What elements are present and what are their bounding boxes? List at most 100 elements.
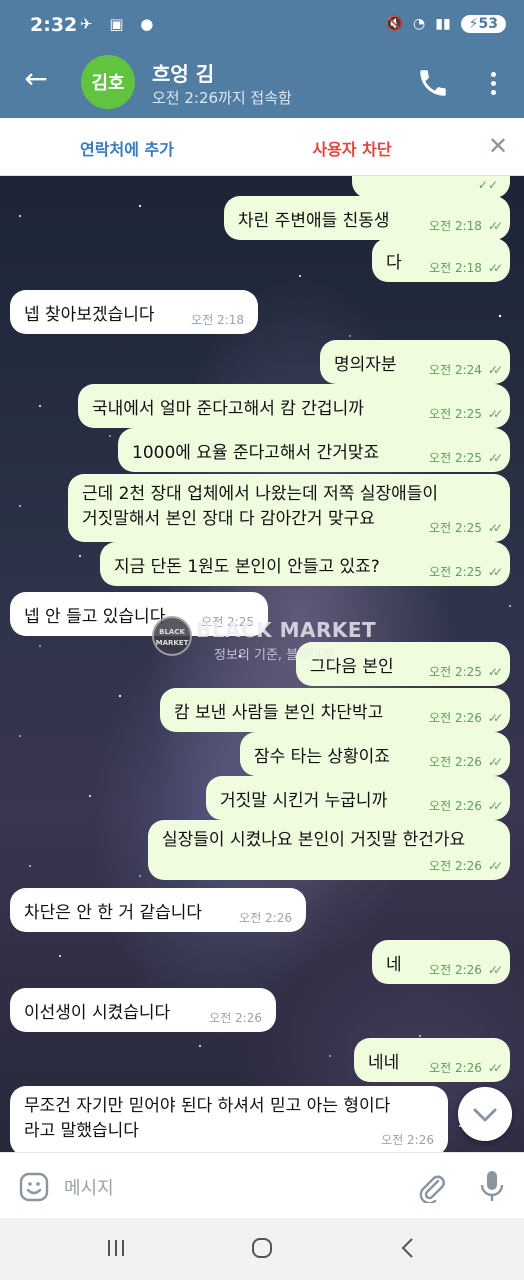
notification-icons: ✈ ▣ ●	[80, 15, 160, 33]
status-time: 2:32	[30, 14, 78, 36]
message-text: 국내에서 얼마 준다고해서 캄 간겁니까	[92, 399, 364, 419]
message-bubble[interactable]: 네네 오전 2:26 ✓✓	[354, 1038, 510, 1082]
message-text: 넵 안 들고 있습니다	[24, 607, 166, 627]
message-time: 오전 2:26 ✓✓	[429, 755, 503, 769]
battery-level: 53	[478, 16, 498, 32]
read-receipt-icon: ✓✓	[487, 219, 503, 233]
message-text: 명의자분	[334, 355, 397, 375]
back-icon[interactable]	[396, 1236, 420, 1260]
read-receipt-icon: ✓✓	[487, 261, 503, 275]
message-time: 오전 2:25 ✓✓	[429, 407, 503, 421]
microphone-icon[interactable]	[478, 1169, 506, 1203]
read-receipt-icon: ✓✓	[487, 407, 503, 421]
message-bubble[interactable]: 이선생이 시켰습니다 오전 2:26	[10, 988, 276, 1032]
message-text: 차단은 안 한 거 같습니다	[24, 903, 203, 923]
message-time: 오전 2:26	[239, 911, 292, 925]
read-receipt-icon: ✓✓	[487, 755, 503, 769]
message-time: 오전 2:26	[209, 1011, 262, 1025]
avatar[interactable]: 김호	[81, 55, 135, 109]
wifi-icon: ◔	[413, 16, 426, 32]
message-bubble[interactable]: 지금 단돈 1원도 본인이 안들고 있죠? 오전 2:25 ✓✓	[100, 542, 510, 586]
chat-history[interactable]: ✓✓ 차린 주변애들 친동생 오전 2:18 ✓✓ 다 오전 2:18 ✓✓ 넵 찾…	[0, 176, 524, 1152]
last-seen-status: 오전 2:26까지 접속함	[152, 89, 292, 107]
message-bubble[interactable]: 넵 찾아보겠습니다 오전 2:18	[10, 290, 258, 334]
message-text: 1000에 요율 준다고해서 간거맞죠	[132, 443, 380, 463]
watermark-title: BLACK MARKET	[196, 618, 377, 642]
status-bar: 2:32 ✈ ▣ ● 🔇 ◔ ▮▮ ⚡53	[0, 0, 524, 52]
mute-icon: 🔇	[385, 16, 404, 32]
watermark-subtitle: 정보의 기준, 블랙마켓	[214, 648, 335, 663]
message-time: 오전 2:25 ✓✓	[429, 451, 503, 465]
message-time: 오전 2:26 ✓✓	[429, 859, 503, 873]
message-text: 넵 찾아보겠습니다	[24, 305, 155, 325]
message-time: 오전 2:25 ✓✓	[429, 565, 503, 579]
message-text: 지금 단돈 1원도 본인이 안들고 있죠?	[114, 557, 380, 577]
scroll-down-chevron-icon[interactable]	[458, 1087, 512, 1141]
unknown-contact-bar: 연락처에 추가 사용자 차단 ✕	[0, 118, 524, 176]
read-receipt-icon: ✓✓	[487, 521, 503, 535]
message-text: 이선생이 시켰습니다	[24, 1003, 171, 1023]
watermark-logo-icon: BLACK MARKET	[152, 616, 192, 656]
read-receipt-icon: ✓✓	[487, 859, 503, 873]
message-time: 오전 2:26 ✓✓	[429, 963, 503, 977]
message-bubble[interactable]: 차린 주변애들 친동생 오전 2:18 ✓✓	[224, 196, 510, 240]
battery-icon: ⚡53	[460, 15, 506, 33]
message-bubble[interactable]: 실장들이 시켰나요 본인이 거짓말 한건가요 오전 2:26 ✓✓	[148, 820, 510, 880]
status-right: 🔇 ◔ ▮▮ ⚡53	[386, 15, 506, 33]
message-bubble[interactable]: 다 오전 2:18 ✓✓	[372, 238, 510, 282]
system-nav-bar	[0, 1218, 524, 1280]
message-bubble[interactable]: 무조건 자기만 믿어야 된다 하셔서 믿고 아는 형이다 라고 말했습니다 오전 …	[10, 1086, 448, 1152]
message-time: 오전 2:24 ✓✓	[429, 363, 503, 377]
read-receipt-icon: ✓✓	[487, 963, 503, 977]
message-time: 오전 2:25 ✓✓	[429, 521, 503, 535]
message-bubble-partial[interactable]: ✓✓	[352, 176, 510, 198]
message-text: 근데 2천 장대 업체에서 나왔는데 저쪽 실장애들이 거짓말해서 본인 장대 다…	[82, 484, 439, 529]
phone-icon[interactable]	[416, 66, 450, 100]
message-text: 다	[386, 253, 402, 273]
message-bubble[interactable]: 명의자분 오전 2:24 ✓✓	[320, 340, 510, 384]
read-receipt-icon: ✓✓	[487, 799, 503, 813]
message-time: 오전 2:26	[381, 1133, 434, 1147]
message-bubble[interactable]: 잠수 타는 상황이죠 오전 2:26 ✓✓	[240, 732, 510, 776]
message-bubble[interactable]: 근데 2천 장대 업체에서 나왔는데 저쪽 실장애들이 거짓말해서 본인 장대 다…	[68, 474, 510, 542]
message-text: 실장들이 시켰나요 본인이 거짓말 한건가요	[162, 830, 466, 850]
paperclip-icon[interactable]	[416, 1171, 446, 1203]
app-header: 2:32 ✈ ▣ ● 🔇 ◔ ▮▮ ⚡53 ← 김호 흐엉 김 오전 2:26까…	[0, 0, 524, 118]
message-bubble[interactable]: 네 오전 2:26 ✓✓	[372, 940, 510, 984]
recents-icon[interactable]	[104, 1236, 128, 1260]
message-bubble[interactable]: 차단은 안 한 거 같습니다 오전 2:26	[10, 888, 306, 932]
message-time: 오전 2:26 ✓✓	[429, 799, 503, 813]
message-time: 오전 2:25 ✓✓	[429, 665, 503, 679]
contact-name[interactable]: 흐엉 김	[152, 58, 214, 87]
read-receipt-icon: ✓✓	[487, 363, 503, 377]
message-text: 차린 주변애들 친동생	[238, 211, 390, 231]
message-time: 오전 2:18 ✓✓	[429, 219, 503, 233]
message-bubble[interactable]: 국내에서 얼마 준다고해서 캄 간겁니까 오전 2:25 ✓✓	[78, 384, 510, 428]
message-bubble[interactable]: 1000에 요율 준다고해서 간거맞죠 오전 2:25 ✓✓	[118, 428, 510, 472]
message-input[interactable]: 메시지	[64, 1174, 114, 1200]
message-time: 오전 2:18 ✓✓	[429, 261, 503, 275]
home-icon[interactable]	[250, 1236, 274, 1260]
message-text: 네네	[368, 1053, 400, 1073]
read-receipt-icon: ✓✓	[487, 711, 503, 725]
message-bubble[interactable]: 캄 보낸 사람들 본인 차단박고 오전 2:26 ✓✓	[160, 688, 510, 732]
message-text: 거짓말 시킨거 누굽니까	[220, 791, 388, 811]
block-user-button[interactable]: 사용자 차단	[290, 136, 414, 160]
more-options-icon[interactable]	[482, 66, 504, 100]
message-time: 오전 2:18	[191, 313, 244, 327]
message-text: 캄 보낸 사람들 본인 차단박고	[174, 703, 384, 723]
back-arrow-icon[interactable]: ←	[20, 62, 52, 95]
sticker-emoji-icon[interactable]	[18, 1171, 50, 1203]
close-icon[interactable]: ✕	[484, 132, 512, 160]
read-receipt-icon: ✓✓	[487, 1061, 503, 1075]
read-receipt-icon: ✓✓	[487, 565, 503, 579]
add-contact-button[interactable]: 연락처에 추가	[60, 136, 194, 160]
message-bubble[interactable]: 거짓말 시킨거 누굽니까 오전 2:26 ✓✓	[206, 776, 510, 820]
signal-icon: ▮▮	[435, 16, 451, 32]
message-text: 무조건 자기만 믿어야 된다 하셔서 믿고 아는 형이다 라고 말했습니다	[24, 1096, 391, 1141]
message-time: 오전 2:26 ✓✓	[429, 1061, 503, 1075]
read-receipt-icon: ✓✓	[487, 665, 503, 679]
message-time: 오전 2:26 ✓✓	[429, 711, 503, 725]
message-text: 네	[386, 955, 402, 975]
message-text: 잠수 타는 상황이죠	[254, 747, 390, 767]
